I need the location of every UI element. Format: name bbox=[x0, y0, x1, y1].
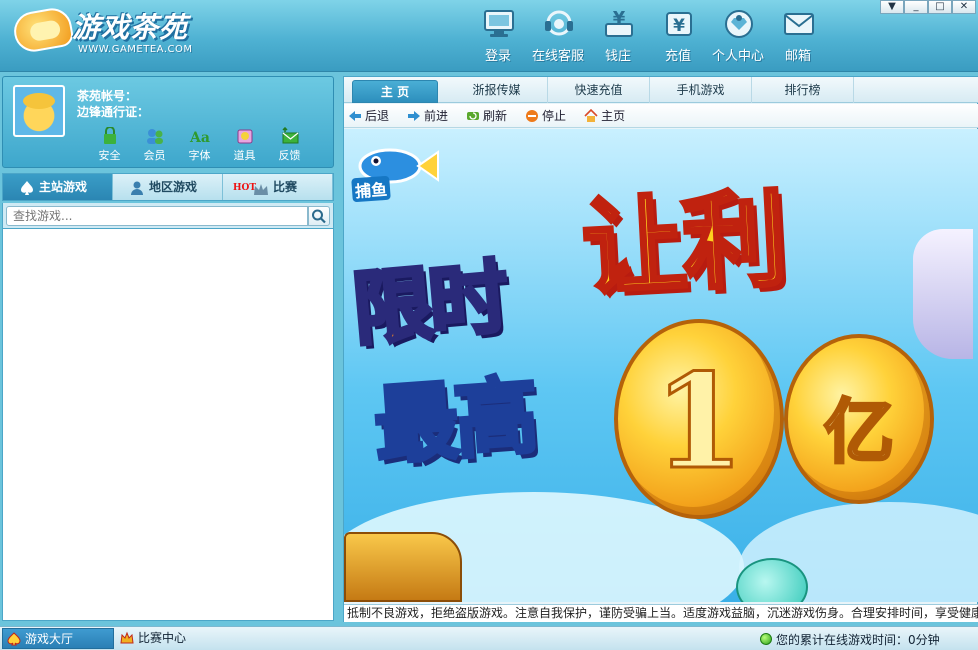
user-center-icon bbox=[725, 10, 753, 38]
members-icon bbox=[146, 129, 163, 144]
close-button[interactable]: ✕ bbox=[952, 0, 976, 14]
avatar[interactable] bbox=[13, 85, 65, 137]
recharge-label: 充值 bbox=[664, 49, 691, 64]
tab-rankings[interactable]: 排行榜 bbox=[752, 77, 854, 103]
logo-title: 游戏茶苑 bbox=[72, 11, 189, 44]
logo-url: WWW.GAMETEA.COM bbox=[78, 44, 193, 55]
top-nav: 登录 在线客服 ¥ 钱庄 ¥ 充值 个人中心 邮箱 bbox=[468, 6, 828, 66]
headset-icon bbox=[545, 10, 573, 36]
tab-home[interactable]: 主 页 bbox=[352, 80, 438, 103]
login-button[interactable]: 登录 bbox=[468, 6, 528, 66]
status-bar: 游戏大厅 比赛中心 您的累计在线游戏时间：0分钟 bbox=[0, 626, 978, 650]
user-center-button[interactable]: 个人中心 bbox=[708, 6, 768, 66]
security-button[interactable]: 安全 bbox=[87, 127, 132, 163]
login-label: 登录 bbox=[484, 49, 511, 64]
props-button[interactable]: 道具 bbox=[222, 127, 267, 163]
tab-regional-games[interactable]: 地区游戏 bbox=[113, 174, 223, 200]
shell-decoration bbox=[913, 229, 973, 359]
match-center-tab[interactable]: 比赛中心 bbox=[116, 628, 228, 649]
back-arrow-icon bbox=[349, 110, 361, 121]
feedback-icon bbox=[281, 127, 298, 144]
game-list[interactable] bbox=[2, 229, 334, 621]
search-input[interactable] bbox=[6, 206, 308, 226]
banner-line-max: 最高 bbox=[369, 365, 539, 478]
online-time-status: 您的累计在线游戏时间：0分钟 bbox=[760, 631, 940, 648]
match-center-icon bbox=[120, 631, 134, 644]
banner-line-limited: 限时 bbox=[347, 249, 511, 359]
maximize-button[interactable]: □ bbox=[928, 0, 952, 14]
logo-badge bbox=[10, 5, 76, 55]
lock-icon bbox=[103, 127, 116, 144]
svg-text:Aa: Aa bbox=[189, 130, 210, 145]
refresh-button[interactable]: 刷新 bbox=[466, 107, 507, 124]
tab-mobile-games[interactable]: 手机游戏 bbox=[650, 77, 752, 103]
app-logo[interactable]: 游戏茶苑 WWW.GAMETEA.COM bbox=[10, 4, 210, 60]
props-icon bbox=[237, 129, 252, 144]
content-panel: 主 页 浙报传媒 快速充值 手机游戏 排行榜 后退 前进 刷新 停止 主页 捕鱼… bbox=[343, 76, 978, 622]
game-name: 捕鱼 bbox=[351, 175, 391, 203]
mail-icon bbox=[784, 13, 814, 35]
coin-yi: 亿 bbox=[784, 334, 934, 504]
svg-text:¥: ¥ bbox=[673, 16, 685, 36]
menu-dropdown-button[interactable]: ▼ bbox=[880, 0, 904, 14]
stop-icon bbox=[526, 109, 539, 122]
window-controls: ▼ _ □ ✕ bbox=[880, 0, 976, 14]
tab-zhebao-media[interactable]: 浙报传媒 bbox=[446, 77, 548, 103]
tab-main-games[interactable]: 主站游戏 bbox=[3, 174, 113, 200]
home-icon bbox=[584, 109, 598, 122]
refresh-icon bbox=[467, 111, 480, 120]
quick-tools: 安全 会员 Aa 字体 道具 反馈 bbox=[87, 127, 312, 163]
game-hall-tab[interactable]: 游戏大厅 bbox=[2, 628, 114, 649]
browser-toolbar: 后退 前进 刷新 停止 主页 bbox=[344, 104, 978, 128]
recharge-icon: ¥ bbox=[666, 12, 692, 36]
game-category-tabs: 主站游戏 地区游戏 HOT 比赛 bbox=[2, 173, 334, 201]
page-tabs: 主 页 浙报传媒 快速充值 手机游戏 排行榜 bbox=[344, 77, 978, 103]
online-status-icon bbox=[760, 633, 772, 645]
coin-one: 1 bbox=[614, 319, 784, 519]
bank-button[interactable]: ¥ 钱庄 bbox=[588, 6, 648, 66]
user-center-label: 个人中心 bbox=[711, 49, 764, 64]
mail-button[interactable]: 邮箱 bbox=[768, 6, 828, 66]
font-icon: Aa bbox=[189, 130, 210, 145]
promo-banner[interactable]: 捕鱼 限时 让利 最高 1 亿 bbox=[344, 129, 978, 602]
crown-icon bbox=[254, 184, 268, 195]
minimize-button[interactable]: _ bbox=[904, 0, 928, 14]
recharge-button[interactable]: ¥ 充值 bbox=[648, 6, 708, 66]
treasure-chest bbox=[344, 532, 462, 602]
font-button[interactable]: Aa 字体 bbox=[177, 127, 222, 163]
hall-icon bbox=[7, 632, 21, 646]
forward-arrow-icon bbox=[408, 110, 421, 121]
online-service-button[interactable]: 在线客服 bbox=[528, 6, 588, 66]
mail-label: 邮箱 bbox=[784, 49, 811, 64]
tab-matches[interactable]: HOT 比赛 bbox=[223, 174, 333, 200]
bank-icon: ¥ bbox=[605, 8, 633, 37]
feedback-button[interactable]: 反馈 bbox=[267, 127, 312, 163]
user-panel: 茶苑帐号： 边锋通行证： 安全 会员 Aa 字体 道具 反馈 bbox=[2, 76, 334, 168]
passport-label: 边锋通行证： bbox=[77, 105, 150, 119]
spade-icon bbox=[21, 181, 33, 195]
members-button[interactable]: 会员 bbox=[132, 127, 177, 163]
banner-line-profit: 让利 bbox=[577, 176, 787, 312]
online-service-label: 在线客服 bbox=[531, 49, 584, 64]
search-button[interactable] bbox=[308, 206, 330, 226]
forward-button[interactable]: 前进 bbox=[407, 107, 448, 124]
search-icon bbox=[312, 209, 326, 224]
person-icon bbox=[131, 181, 143, 195]
bank-label: 钱庄 bbox=[604, 49, 631, 64]
home-button[interactable]: 主页 bbox=[584, 107, 625, 124]
monitor-icon bbox=[484, 10, 514, 37]
back-button[interactable]: 后退 bbox=[348, 107, 389, 124]
account-label: 茶苑帐号： bbox=[77, 89, 138, 103]
header: 游戏茶苑 WWW.GAMETEA.COM 登录 在线客服 ¥ 钱庄 ¥ 充值 个… bbox=[0, 0, 978, 72]
svg-text:¥: ¥ bbox=[613, 8, 626, 29]
notice-ticker: 抵制不良游戏，拒绝盗版游戏。注意自我保护，谨防受骗上当。适度游戏益脑，沉迷游戏伤… bbox=[344, 604, 978, 622]
tab-quick-recharge[interactable]: 快速充值 bbox=[548, 77, 650, 103]
stop-button[interactable]: 停止 bbox=[525, 107, 566, 124]
search-row bbox=[2, 203, 334, 229]
